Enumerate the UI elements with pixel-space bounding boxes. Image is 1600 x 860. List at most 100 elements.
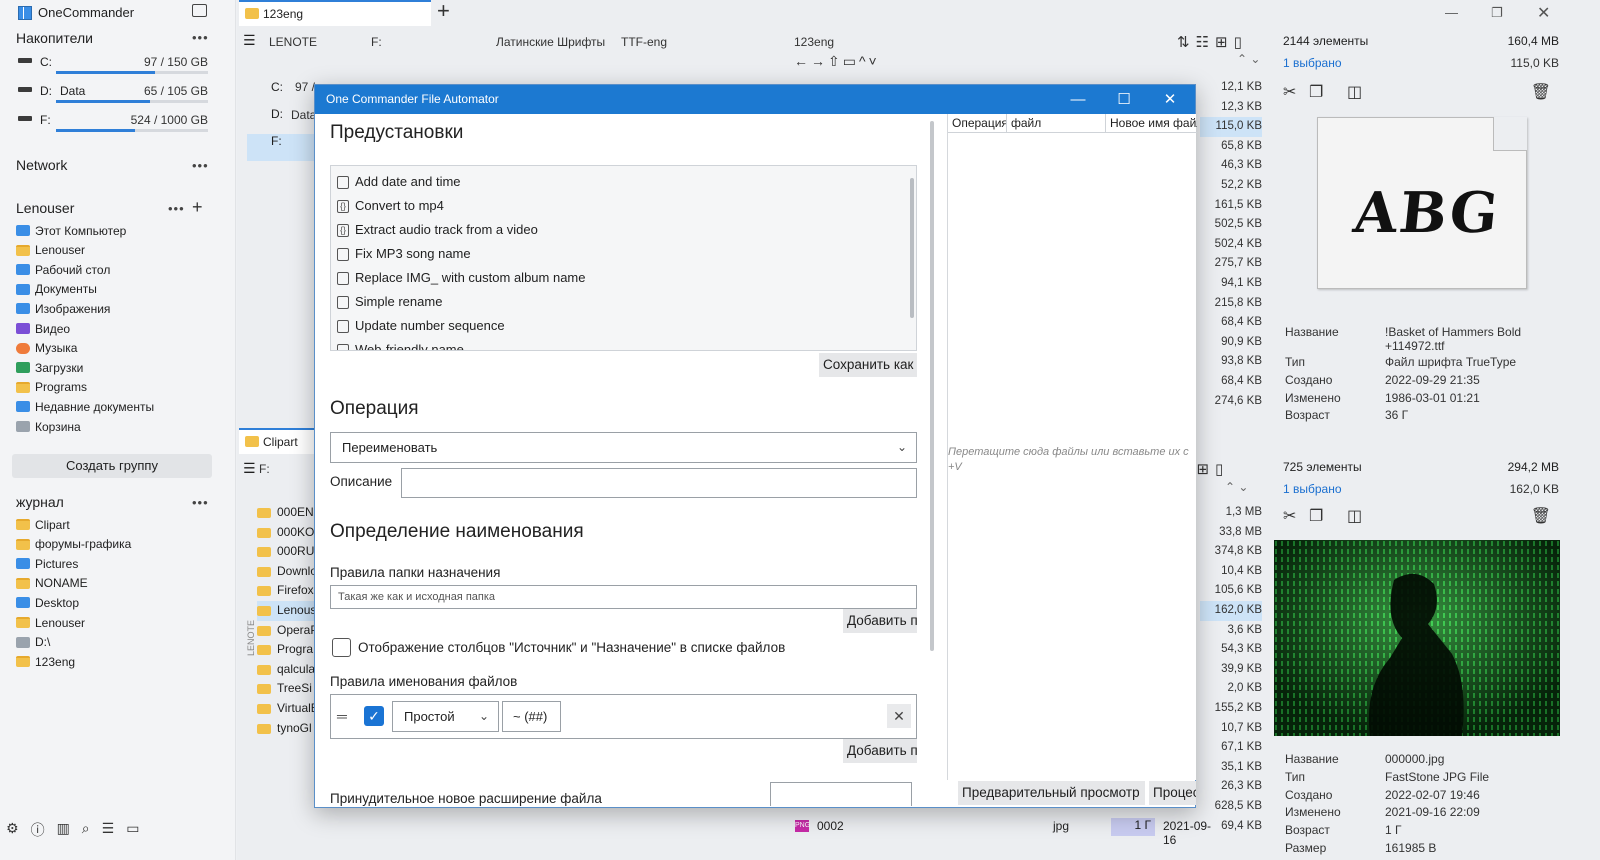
sidebar-item-8[interactable]: Programs	[16, 378, 87, 397]
network-label[interactable]: Network	[16, 157, 67, 173]
dialog-maximize-icon[interactable]: ☐	[1101, 85, 1147, 114]
split-icon[interactable]: ◫	[1347, 506, 1362, 526]
sidebar-item-7[interactable]: Загрузки	[16, 358, 83, 377]
settings-icon[interactable]: ⚙	[6, 820, 19, 840]
breadcrumb-1[interactable]: F:	[371, 35, 382, 49]
bg-file-row[interactable]: Firefox	[257, 581, 317, 601]
add-dest-rule-button[interactable]: Добавить п	[843, 609, 917, 633]
description-input[interactable]	[401, 468, 917, 498]
add-naming-rule-button[interactable]: Добавить п	[843, 739, 917, 763]
create-group-button[interactable]: Создать группу	[12, 454, 212, 478]
dialog-scrollbar[interactable]	[930, 121, 934, 651]
drag-handle-icon[interactable]: ═	[337, 708, 347, 724]
monitor-icon[interactable]: ▭	[126, 820, 139, 840]
bg-file-row[interactable]: Progra	[257, 640, 317, 660]
col-file[interactable]: файл	[1007, 114, 1106, 133]
split-icon[interactable]: ◫	[1347, 82, 1362, 102]
cut-icon[interactable]: ✂	[1283, 506, 1296, 526]
delete-icon[interactable]: 🗑	[1531, 506, 1551, 526]
copy-icon[interactable]: ❐	[1309, 82, 1323, 102]
journal-item-3[interactable]: NONAME	[16, 574, 88, 593]
sidebar-item-9[interactable]: Недавние документы	[16, 397, 154, 416]
pane-toolbar-top[interactable]: ⇅☷⊞▯	[1177, 33, 1248, 51]
layout-icon[interactable]: ▥	[57, 820, 70, 840]
search-icon[interactable]: ⌕	[82, 820, 90, 840]
bg-file-row[interactable]: 000KOI	[257, 523, 317, 543]
close-window-icon[interactable]: ✕	[1537, 3, 1550, 23]
sidebar-item-4[interactable]: Изображения	[16, 299, 110, 318]
dest-folder-input[interactable]: Такая же как и исходная папка	[330, 585, 917, 609]
delete-icon[interactable]: 🗑	[1531, 82, 1551, 102]
preset-item[interactable]: Simple rename	[331, 290, 916, 314]
process-button[interactable]: Процес	[1149, 781, 1196, 805]
new-tab-icon[interactable]: +	[437, 0, 450, 24]
journal-item-0[interactable]: Clipart	[16, 515, 70, 534]
col-operation[interactable]: Операция	[948, 114, 1007, 133]
save-as-button[interactable]: Сохранить как	[819, 353, 917, 377]
bg-file-row[interactable]: qalcula	[257, 660, 317, 680]
breadcrumb-3[interactable]: TTF-eng	[621, 35, 667, 49]
sort-chevrons-bottom[interactable]: ⌃ ⌄	[1225, 480, 1248, 494]
journal-item-2[interactable]: Pictures	[16, 554, 78, 573]
selected-count[interactable]: 1 выбрано	[1283, 482, 1342, 496]
preset-item[interactable]: Replace IMG_ with custom album name	[331, 266, 916, 290]
bg-file-row[interactable]: tynoGl	[257, 719, 317, 739]
dialog-close-icon[interactable]: ✕	[1147, 85, 1193, 114]
breadcrumb-4[interactable]: 123eng	[794, 35, 834, 49]
preset-item[interactable]: {} Extract audio track from a video	[331, 218, 916, 242]
bg-file-row[interactable]: Lenous	[257, 600, 317, 621]
bg-file-row[interactable]: VirtualE	[257, 699, 317, 719]
minimize-icon[interactable]: —	[1445, 5, 1458, 20]
preset-item[interactable]: Add date and time	[331, 170, 916, 194]
bg-file-row[interactable]: 000RUS	[257, 542, 317, 562]
show-columns-checkbox[interactable]	[332, 638, 351, 657]
network-more-icon[interactable]: •••	[192, 158, 209, 173]
journal-item-6[interactable]: D:\	[16, 633, 50, 652]
new-window-icon[interactable]	[192, 4, 207, 17]
preset-item[interactable]: Update number sequence	[331, 314, 916, 338]
col-new-name[interactable]: Новое имя файл	[1106, 114, 1197, 133]
drive-0[interactable]: C: 97 / 150 GB	[18, 55, 212, 81]
nav-arrows[interactable]: ←→⇧▭^˅	[794, 53, 880, 70]
bg-file-row[interactable]: OperaP	[257, 621, 317, 641]
bg-bottom-path[interactable]: F:	[259, 462, 270, 476]
menu-icon-2[interactable]: ☰	[243, 460, 256, 477]
force-ext-input[interactable]	[770, 782, 912, 806]
add-icon[interactable]: +	[192, 197, 203, 218]
database-icon[interactable]: ☰	[102, 820, 115, 840]
tab-123eng[interactable]: 123eng	[239, 0, 431, 26]
drives-more-icon[interactable]: •••	[192, 30, 209, 45]
breadcrumb-0[interactable]: LENOTE	[269, 35, 317, 49]
bg-file-row[interactable]: TreeSi	[257, 679, 317, 699]
preset-item[interactable]: Fix MP3 song name	[331, 242, 916, 266]
presets-scrollbar[interactable]	[910, 178, 914, 318]
rule-enabled-checkbox[interactable]: ✓	[364, 706, 384, 726]
sidebar-item-10[interactable]: Корзина	[16, 417, 81, 436]
remove-rule-icon[interactable]: ✕	[887, 704, 911, 728]
info-icon[interactable]: ⓘ	[31, 820, 45, 840]
preset-item[interactable]: {} Convert to mp4	[331, 194, 916, 218]
sidebar-item-6[interactable]: Музыка	[16, 339, 77, 358]
rule-pattern-input[interactable]: ~ (##)	[502, 701, 561, 732]
drive-2[interactable]: F: 524 / 1000 GB	[18, 113, 212, 139]
bg-file-row[interactable]: Downlo	[257, 562, 317, 582]
menu-icon[interactable]: ☰	[243, 32, 256, 49]
cut-icon[interactable]: ✂	[1283, 82, 1296, 102]
sidebar-item-2[interactable]: Рабочий стол	[16, 260, 110, 279]
journal-item-4[interactable]: Desktop	[16, 593, 79, 612]
dialog-minimize-icon[interactable]: —	[1055, 85, 1101, 114]
sidebar-item-0[interactable]: Этот Компьютер	[16, 221, 126, 240]
maximize-icon[interactable]: ❐	[1491, 5, 1503, 21]
operation-select[interactable]: Переименовать ⌄	[330, 432, 917, 463]
user-more-icon[interactable]: •••	[168, 201, 185, 216]
copy-icon[interactable]: ❐	[1309, 506, 1323, 526]
sidebar-item-5[interactable]: Видео	[16, 319, 70, 338]
drive-1[interactable]: D: Data 65 / 105 GB	[18, 84, 212, 110]
journal-more-icon[interactable]: •••	[192, 495, 209, 510]
bg-file-row[interactable]: 000EN	[257, 503, 317, 523]
sort-chevrons-top[interactable]: ⌃ ⌄	[1237, 52, 1260, 66]
rule-type-select[interactable]: Простой ⌄	[392, 701, 499, 732]
sidebar-item-1[interactable]: Lenouser	[16, 241, 85, 260]
journal-item-7[interactable]: 123eng	[16, 652, 75, 671]
preview-button[interactable]: Предварительный просмотр	[958, 781, 1145, 805]
